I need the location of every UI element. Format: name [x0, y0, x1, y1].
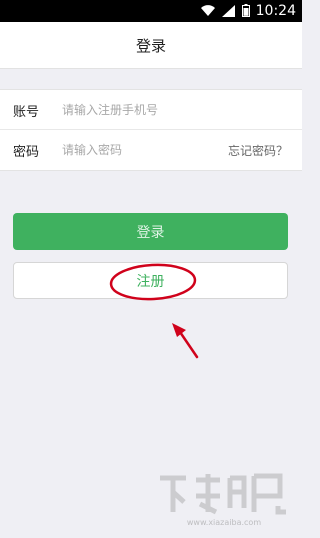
status-time: 10:24 [255, 3, 296, 19]
wifi-icon [200, 2, 216, 21]
page-title: 登录 [135, 36, 166, 55]
status-icons: 10:24 [200, 0, 296, 22]
watermark-logo: www.xiazaiba.com [160, 473, 286, 527]
title-bar: 登录 [0, 22, 302, 69]
watermark-url: www.xiazaiba.com [187, 518, 261, 527]
pointer-arrow-icon [172, 323, 199, 359]
account-row: 账号 [0, 90, 302, 130]
login-form: 账号 密码 忘记密码？ [0, 89, 302, 171]
password-row: 密码 忘记密码？ [0, 130, 302, 170]
password-input[interactable] [62, 135, 222, 165]
account-input[interactable] [62, 95, 222, 125]
signal-icon [221, 2, 236, 21]
login-button[interactable]: 登录 [13, 213, 288, 250]
register-button[interactable]: 注册 [13, 262, 288, 299]
account-label: 账号 [13, 104, 40, 120]
status-bar: 10:24 [0, 0, 302, 22]
forgot-password-link[interactable]: 忘记密码？ [228, 142, 288, 159]
battery-icon [241, 2, 250, 21]
password-label: 密码 [13, 144, 40, 160]
